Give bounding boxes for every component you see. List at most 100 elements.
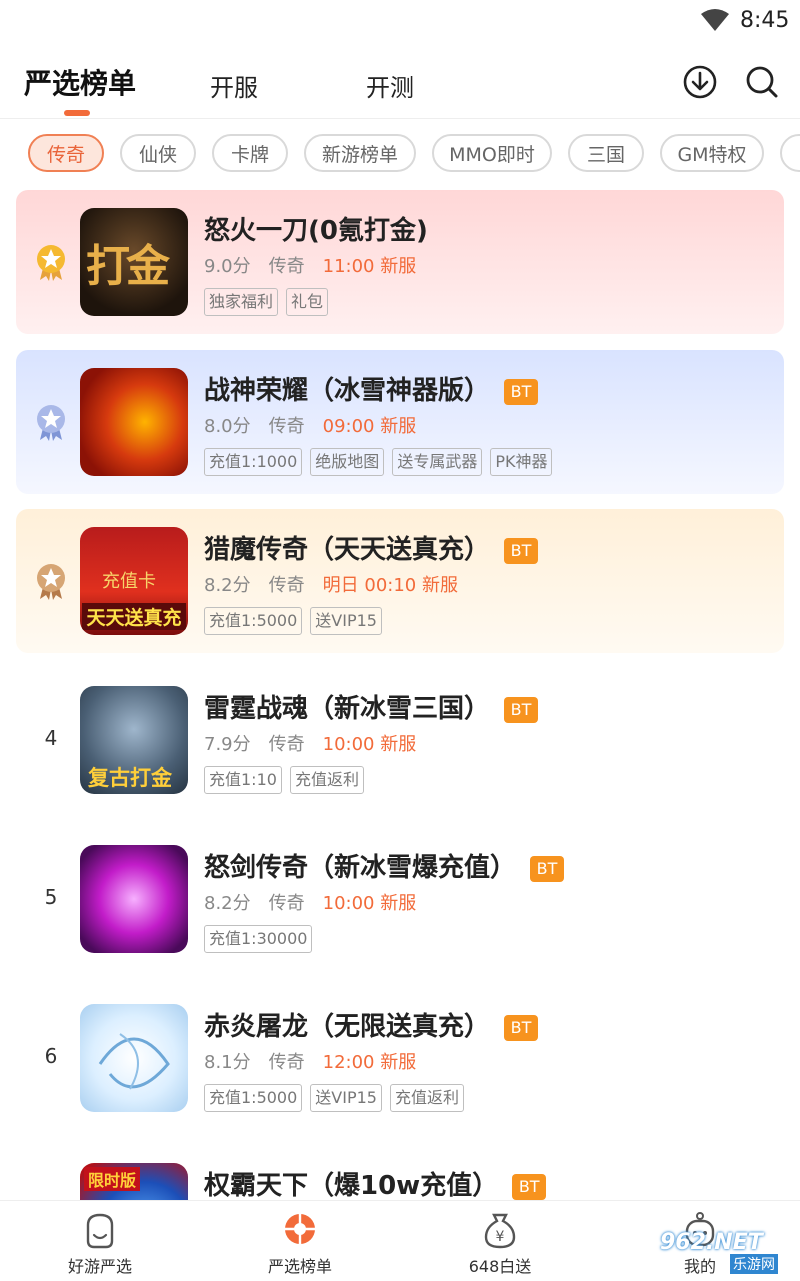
game-list: 打金 怒火一刀(0氪打金) 9.0分 传奇 11:00 新服 独家福利 礼包 战神荣耀… (0, 190, 800, 1200)
game-score: 9.0分 (204, 256, 251, 277)
game-card[interactable]: 充值卡 天天送真充 猎魔传奇（天天送真充） BT 8.2分 传奇 明日 00:10 新… (16, 509, 784, 653)
tag: 绝版地图 (310, 448, 385, 476)
chip-xianxia[interactable]: 仙侠 (120, 134, 196, 172)
game-thumbnail[interactable] (80, 1004, 188, 1112)
bt-badge: BT (504, 378, 539, 405)
watermark-logo: 962.NET 乐游网 (660, 1230, 792, 1274)
rank-number: 5 (44, 885, 58, 909)
bottom-nav-label: 严选榜单 (267, 1257, 332, 1276)
server-time: 明日 00:10 新服 (322, 575, 458, 596)
svg-text:¥: ¥ (496, 1229, 505, 1245)
game-genre: 传奇 (268, 575, 305, 596)
game-title[interactable]: 赤炎屠龙（无限送真充） BT (204, 1006, 539, 1043)
server-time: 09:00 新服 (322, 416, 417, 437)
game-card[interactable]: 战神荣耀（冰雪神器版） BT 8.0分 传奇 09:00 新服 充值1:1000 绝版地… (16, 350, 784, 494)
game-title[interactable]: 权霸天下（爆10w充值） BT (204, 1165, 547, 1200)
chip-gm[interactable]: GM特权 (660, 134, 764, 172)
game-title[interactable]: 雷霆战魂（新冰雪三国） BT (204, 688, 539, 725)
game-meta: 8.2分 传奇 明日 00:10 新服 (204, 571, 458, 597)
game-title[interactable]: 怒剑传奇（新冰雪爆充值） BT (204, 847, 565, 884)
game-genre: 传奇 (268, 1052, 305, 1073)
game-thumbnail[interactable]: 打金 (80, 208, 188, 316)
game-tags: 充值1:10 充值返利 (204, 766, 372, 794)
search-icon[interactable] (744, 64, 780, 100)
game-title[interactable]: 怒火一刀(0氪打金) (204, 210, 428, 247)
silver-medal-icon (37, 405, 65, 441)
game-tags: 充值1:30000 (204, 925, 320, 953)
game-card[interactable]: 限时版 权霸天下（爆10w充值） BT (16, 1145, 784, 1200)
bronze-medal-icon (37, 564, 65, 600)
game-thumbnail[interactable]: 充值卡 天天送真充 (80, 527, 188, 635)
game-meta: 8.1分 传奇 12:00 新服 (204, 1048, 416, 1074)
game-thumbnail[interactable]: 复古打金 (80, 686, 188, 794)
game-card[interactable]: 6 赤炎屠龙（无限送真充） BT 8.1分 传奇 12:00 新服 充值1:5000 送… (16, 986, 784, 1130)
game-tags: 独家福利 礼包 (204, 288, 336, 316)
game-card[interactable]: 打金 怒火一刀(0氪打金) 9.0分 传奇 11:00 新服 独家福利 礼包 (16, 190, 784, 334)
game-title[interactable]: 战神荣耀（冰雪神器版） BT (204, 370, 539, 407)
game-genre: 传奇 (268, 416, 305, 437)
game-meta: 7.9分 传奇 10:00 新服 (204, 730, 416, 756)
rank-number: 6 (44, 1044, 58, 1068)
active-tab-indicator (64, 110, 90, 116)
thumb-text: 天天送真充 (82, 603, 186, 630)
bottom-nav-label: 648白送 (468, 1257, 532, 1276)
chip-mmo[interactable]: MMO即时 (432, 134, 552, 172)
bottom-nav-home[interactable]: 好游严选 (40, 1209, 160, 1279)
server-time: 11:00 新服 (322, 256, 417, 277)
chip-legend[interactable]: 传奇 (28, 134, 104, 172)
game-genre: 传奇 (268, 893, 305, 914)
tag: 充值返利 (289, 766, 364, 794)
game-score: 8.2分 (204, 575, 251, 596)
game-score: 8.2分 (204, 893, 251, 914)
tag: PK神器 (490, 448, 553, 476)
bt-badge: BT (504, 537, 539, 564)
bottom-nav-ranking[interactable]: 严选榜单 (240, 1209, 360, 1279)
swirl-art (98, 1033, 170, 1090)
tag: 充值1:5000 (204, 607, 303, 635)
game-tags: 充值1:5000 送VIP15 (204, 607, 390, 635)
game-score: 8.0分 (204, 416, 251, 437)
tab-open-test[interactable]: 开测 (366, 68, 414, 103)
tab-ranking[interactable]: 严选榜单 (24, 62, 136, 102)
tag: 充值1:30000 (204, 925, 313, 953)
bt-badge: BT (504, 696, 539, 723)
chip-card[interactable]: 卡牌 (212, 134, 288, 172)
game-score: 7.9分 (204, 734, 251, 755)
game-card[interactable]: 5 怒剑传奇（新冰雪爆充值） BT 8.2分 传奇 10:00 新服 充值1:3000… (16, 827, 784, 971)
category-chips: 传奇 仙侠 卡牌 新游榜单 MMO即时 三国 GM特权 (0, 134, 800, 176)
game-title[interactable]: 猎魔传奇（天天送真充） BT (204, 529, 539, 566)
thumb-text: 复古打金 (88, 766, 172, 790)
gold-medal-icon (37, 245, 65, 281)
server-time: 12:00 新服 (322, 1052, 417, 1073)
download-icon[interactable] (682, 64, 718, 100)
server-time: 10:00 新服 (322, 734, 417, 755)
game-card[interactable]: 4 复古打金 雷霆战魂（新冰雪三国） BT 7.9分 传奇 10:00 新服 充值1:… (16, 668, 784, 812)
tag: 充值1:5000 (204, 1084, 303, 1112)
bt-badge: BT (530, 855, 565, 882)
game-meta: 8.0分 传奇 09:00 新服 (204, 412, 416, 438)
thumb-text: 打金 (86, 241, 170, 292)
game-genre: 传奇 (268, 256, 305, 277)
wifi-icon (701, 9, 729, 31)
chip-new-games[interactable]: 新游榜单 (304, 134, 416, 172)
game-score: 8.1分 (204, 1052, 251, 1073)
chip-three-kingdoms[interactable]: 三国 (568, 134, 644, 172)
tag: 充值1:10 (204, 766, 282, 794)
bag-face-icon (86, 1213, 114, 1249)
status-time: 8:45 (740, 8, 790, 33)
tag: 礼包 (286, 288, 329, 316)
top-nav: 严选榜单 开服 开测 (0, 52, 800, 119)
game-genre: 传奇 (268, 734, 305, 755)
rank-number: 4 (44, 726, 58, 750)
tab-open-server[interactable]: 开服 (210, 68, 258, 103)
bottom-nav-648[interactable]: ¥ 648白送 (440, 1209, 560, 1279)
game-thumbnail[interactable] (80, 368, 188, 476)
target-icon (285, 1214, 315, 1244)
game-thumbnail[interactable] (80, 845, 188, 953)
chip-more[interactable] (780, 134, 800, 172)
tag: 独家福利 (204, 288, 279, 316)
game-thumbnail[interactable]: 限时版 (80, 1163, 188, 1200)
thumb-text: 限时版 (84, 1167, 141, 1191)
game-meta: 9.0分 传奇 11:00 新服 (204, 252, 416, 278)
game-tags: 充值1:5000 送VIP15 充值返利 (204, 1084, 472, 1112)
